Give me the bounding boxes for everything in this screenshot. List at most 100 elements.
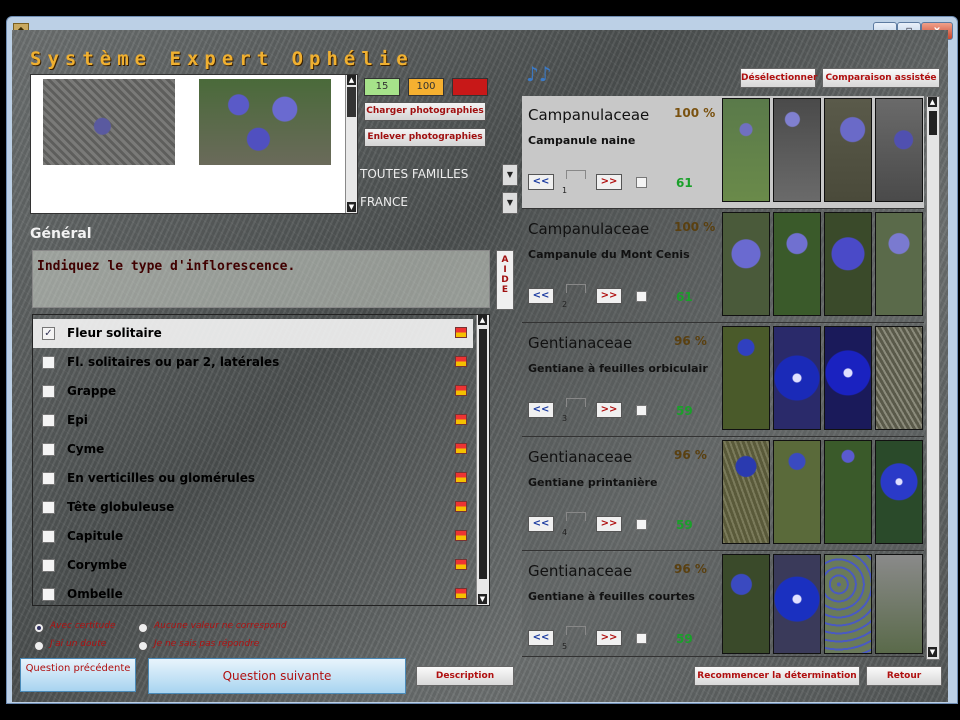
result-card[interactable]: Campanulaceae 100 % Campanule du Mont Ce…: [522, 210, 924, 323]
scroll-thumb[interactable]: [347, 87, 356, 117]
checkbox[interactable]: [42, 385, 55, 398]
checkbox[interactable]: [42, 443, 55, 456]
list-item[interactable]: Grappe: [33, 377, 473, 406]
options-scrollbar[interactable]: ▲ ▼: [476, 315, 489, 605]
species-photo[interactable]: [875, 554, 923, 654]
checkbox[interactable]: [42, 588, 55, 601]
aide-help-button[interactable]: A I D E: [496, 250, 514, 310]
list-item[interactable]: Ombelle: [33, 580, 473, 605]
result-card[interactable]: Gentianaceae 96 % Gentiane à feuilles or…: [522, 324, 924, 437]
next-photo-button[interactable]: >>: [596, 630, 622, 646]
region-filter-value[interactable]: FRANCE: [360, 192, 490, 212]
flag-icon[interactable]: [455, 530, 467, 541]
species-photo[interactable]: [722, 326, 770, 430]
back-button[interactable]: Retour: [866, 666, 942, 686]
select-checkbox[interactable]: [636, 177, 647, 188]
species-photo[interactable]: [824, 326, 872, 430]
flag-icon[interactable]: [455, 327, 467, 338]
list-item[interactable]: En verticilles ou glomérules: [33, 464, 473, 493]
scroll-down-arrow-icon[interactable]: ▼: [347, 202, 356, 212]
species-photo[interactable]: [875, 440, 923, 544]
next-photo-button[interactable]: >>: [596, 288, 622, 304]
photo-thumbnail-rocky-ground[interactable]: [43, 79, 175, 165]
list-item[interactable]: Cyme: [33, 435, 473, 464]
select-checkbox[interactable]: [636, 291, 647, 302]
scroll-down-arrow-icon[interactable]: ▼: [478, 594, 487, 604]
checkbox[interactable]: [42, 559, 55, 572]
family-filter-value[interactable]: TOUTES FAMILLES: [360, 164, 490, 184]
species-photo[interactable]: [773, 326, 821, 430]
next-photo-button[interactable]: >>: [596, 516, 622, 532]
photo-slider[interactable]: [566, 170, 586, 179]
checkbox[interactable]: [42, 414, 55, 427]
list-item[interactable]: Corymbe: [33, 551, 473, 580]
checkbox[interactable]: [42, 530, 55, 543]
radio-no-match[interactable]: [138, 623, 148, 633]
species-photo[interactable]: [875, 326, 923, 430]
radio-dont-know[interactable]: [138, 641, 148, 651]
prev-photo-button[interactable]: <<: [528, 288, 554, 304]
species-photo[interactable]: [722, 554, 770, 654]
next-photo-button[interactable]: >>: [596, 174, 622, 190]
species-photo[interactable]: [722, 440, 770, 544]
species-photo[interactable]: [773, 440, 821, 544]
checkbox-checked[interactable]: ✓: [42, 327, 55, 340]
select-checkbox[interactable]: [636, 633, 647, 644]
assisted-comparison-button[interactable]: Comparaison assistée: [822, 68, 940, 88]
flag-icon[interactable]: [455, 414, 467, 425]
previous-question-button[interactable]: Question précédente: [20, 658, 136, 692]
scroll-thumb[interactable]: [479, 329, 487, 579]
radio-certain[interactable]: [34, 623, 44, 633]
species-photo[interactable]: [824, 554, 872, 654]
flag-icon[interactable]: [455, 356, 467, 367]
select-checkbox[interactable]: [636, 519, 647, 530]
species-photo[interactable]: [875, 98, 923, 202]
flag-icon[interactable]: [455, 472, 467, 483]
species-photo[interactable]: [722, 212, 770, 316]
flag-icon[interactable]: [455, 385, 467, 396]
flag-icon[interactable]: [455, 559, 467, 570]
flag-icon[interactable]: [455, 588, 467, 599]
restart-determination-button[interactable]: Recommencer la détermination: [694, 666, 860, 686]
prev-photo-button[interactable]: <<: [528, 630, 554, 646]
result-card[interactable]: Gentianaceae 96 % Gentiane printanière <…: [522, 438, 924, 551]
list-item[interactable]: Capitule: [33, 522, 473, 551]
result-card[interactable]: Campanulaceae 100 % Campanule naine << 1…: [522, 96, 924, 209]
scroll-down-arrow-icon[interactable]: ▼: [928, 647, 937, 657]
species-photo[interactable]: [773, 554, 821, 654]
species-photo[interactable]: [824, 98, 872, 202]
remove-photos-button[interactable]: Enlever photographies: [364, 128, 486, 147]
photo-slider[interactable]: [566, 512, 586, 521]
prev-photo-button[interactable]: <<: [528, 402, 554, 418]
photo-slider[interactable]: [566, 284, 586, 293]
list-item[interactable]: Epi: [33, 406, 473, 435]
species-photo[interactable]: [824, 440, 872, 544]
chevron-down-icon[interactable]: ▼: [502, 164, 518, 186]
checkbox[interactable]: [42, 501, 55, 514]
flag-icon[interactable]: [455, 501, 467, 512]
photo-slider[interactable]: [566, 626, 586, 635]
chevron-down-icon[interactable]: ▼: [502, 192, 518, 214]
list-item[interactable]: Fl. solitaires ou par 2, latérales: [33, 348, 473, 377]
radio-doubt[interactable]: [34, 641, 44, 651]
checkbox[interactable]: [42, 356, 55, 369]
scroll-up-arrow-icon[interactable]: ▲: [478, 315, 487, 325]
species-photo[interactable]: [773, 212, 821, 316]
deselect-button[interactable]: Désélectionner: [740, 68, 818, 88]
description-button[interactable]: Description: [416, 666, 514, 686]
species-photo[interactable]: [773, 98, 821, 202]
photo-thumbnail-blue-flowers[interactable]: [199, 79, 331, 165]
prev-photo-button[interactable]: <<: [528, 516, 554, 532]
scroll-up-arrow-icon[interactable]: ▲: [347, 75, 356, 85]
next-question-button[interactable]: Question suivante: [148, 658, 406, 694]
species-photo[interactable]: [722, 98, 770, 202]
scroll-up-arrow-icon[interactable]: ▲: [928, 97, 937, 107]
checkbox[interactable]: [42, 472, 55, 485]
prev-photo-button[interactable]: <<: [528, 174, 554, 190]
species-photo[interactable]: [824, 212, 872, 316]
list-item[interactable]: Tête globuleuse: [33, 493, 473, 522]
species-photo[interactable]: [875, 212, 923, 316]
select-checkbox[interactable]: [636, 405, 647, 416]
photo-scrollbar[interactable]: ▲ ▼: [345, 75, 357, 213]
list-item[interactable]: ✓ Fleur solitaire: [33, 319, 473, 348]
